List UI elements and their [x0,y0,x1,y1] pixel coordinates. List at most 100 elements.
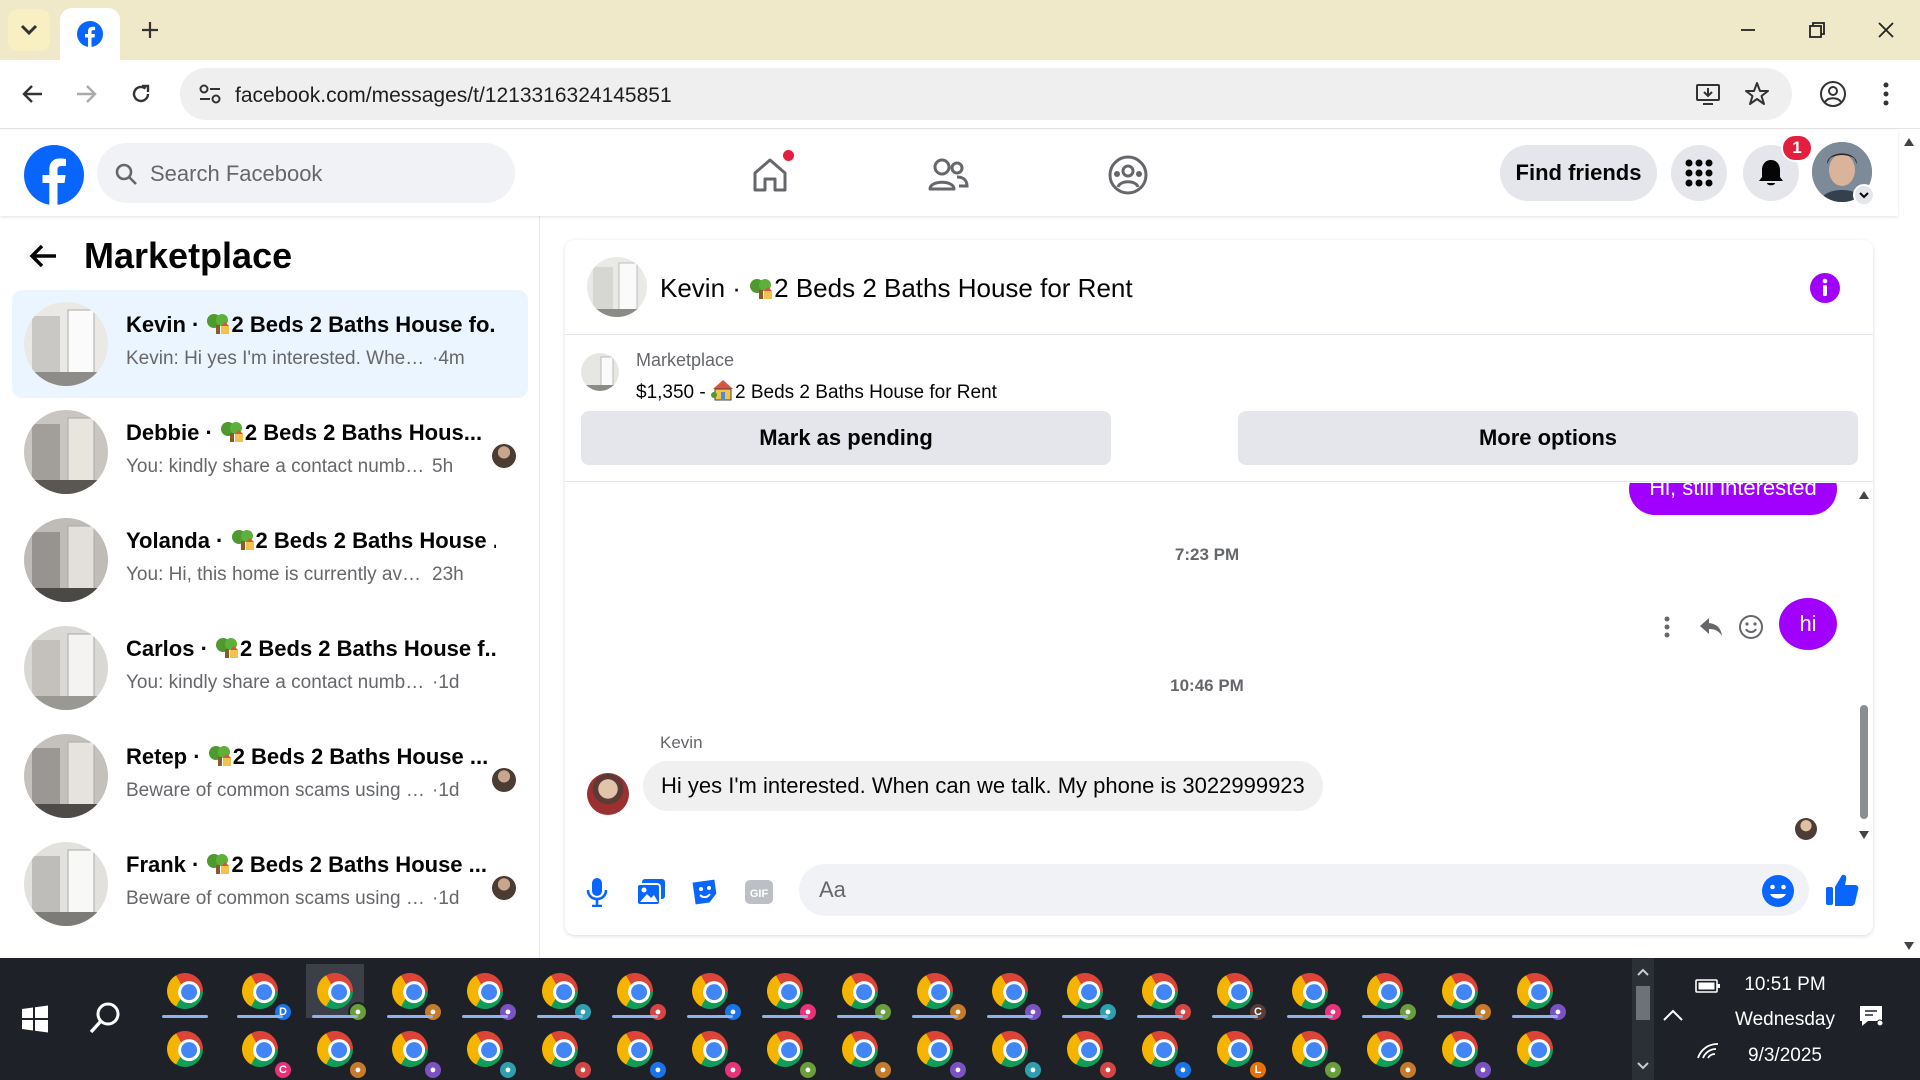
friends-nav[interactable] [923,150,973,200]
taskbar-chrome-window[interactable] [156,1022,214,1076]
new-tab-button[interactable] [134,14,166,46]
sender-avatar[interactable] [587,773,629,815]
reply-button[interactable] [1695,611,1727,643]
show-hidden-icons-icon[interactable] [1662,1008,1684,1022]
thread-scrollbar[interactable] [1855,483,1873,850]
message-input[interactable] [799,864,1809,916]
clock-day[interactable]: Wednesday [1720,1009,1850,1031]
taskbar-chrome-window[interactable]: ● [756,1022,818,1080]
taskbar-chrome-window[interactable]: ● [981,1022,1043,1080]
back-arrow-icon[interactable] [28,240,60,272]
taskbar-chrome-window[interactable]: ● [531,964,593,1022]
taskbar-chrome-window[interactable]: ● [306,964,368,1022]
taskbar-chrome-window[interactable]: ● [456,1022,518,1080]
more-options-button[interactable]: More options [1238,411,1858,465]
clock-date[interactable]: 9/3/2025 [1720,1045,1850,1067]
taskbar-chrome-window[interactable]: C [1206,964,1268,1022]
taskbar-chrome-window[interactable]: ● [606,1022,668,1080]
taskbar-chrome-window[interactable] [1506,1022,1564,1076]
chat-title[interactable]: Kevin · 2 Beds 2 Baths House for Rent [660,273,1133,304]
taskbar-chrome-window[interactable]: ● [981,964,1043,1022]
search-icon[interactable] [88,1000,124,1036]
scrollbar-thumb[interactable] [1860,705,1868,819]
scroll-down-icon[interactable] [1904,942,1914,950]
page-scrollbar[interactable] [1898,130,1920,958]
scroll-up-icon[interactable] [1859,491,1869,499]
taskbar-chrome-window[interactable]: ● [1356,964,1418,1022]
site-settings-icon[interactable] [198,83,222,105]
listing-price-title[interactable]: $1,350 - 2 Beds 2 Baths House for Rent [636,378,997,404]
taskbar-chrome-window[interactable]: ● [906,1022,968,1080]
menu-button[interactable] [1671,145,1727,201]
chrome-menu-button[interactable] [1868,76,1904,112]
taskbar-chrome-window[interactable]: ● [831,964,893,1022]
close-window-button[interactable] [1866,12,1906,48]
forward-button[interactable] [68,76,104,112]
taskbar-chrome-window[interactable] [156,964,214,1018]
minimize-button[interactable] [1728,12,1768,48]
account-menu-chevron[interactable] [1853,184,1875,206]
conversation-item[interactable]: Yolanda · 2 Beds 2 Baths House ...Yoland… [12,506,528,614]
taskbar-chrome-window[interactable]: ● [456,964,518,1022]
taskbar-chrome-window[interactable]: ● [1056,964,1118,1022]
taskbar-chrome-window[interactable]: D [231,964,293,1022]
emoji-icon[interactable] [1761,874,1795,908]
windows-start-icon[interactable] [20,1004,50,1034]
conversation-item[interactable]: Frank · 2 Beds 2 Baths House ...Frank · … [12,830,528,938]
scrollbar-thumb[interactable] [1636,986,1650,1020]
groups-nav[interactable] [1103,150,1153,200]
bookmark-star-icon[interactable] [1744,81,1770,107]
taskbar-chrome-window[interactable]: ● [531,1022,593,1080]
taskbar-chrome-window[interactable]: C [231,1022,293,1080]
scroll-down-icon[interactable] [1859,831,1869,839]
taskbar-scrollbar[interactable] [1632,958,1654,1080]
address-bar[interactable]: facebook.com/messages/t/1213316324145851 [180,68,1792,120]
outgoing-message[interactable]: Hi, still interested [1629,483,1837,515]
message-more-button[interactable] [1651,611,1683,643]
chevron-up-icon[interactable] [1637,968,1649,976]
network-icon[interactable] [1696,1040,1720,1060]
taskbar-chrome-window[interactable]: ● [1506,964,1568,1022]
mark-as-pending-button[interactable]: Mark as pending [581,411,1111,465]
outgoing-message[interactable]: hi [1779,598,1837,650]
reload-button[interactable] [123,76,159,112]
taskbar-chrome-window[interactable]: L [1206,1022,1268,1080]
conversation-item[interactable]: Retep · 2 Beds 2 Baths House ...Retep · … [12,722,528,830]
conversation-item[interactable]: Kevin · 2 Beds 2 Baths House fo... Kevin … [12,290,528,398]
clock-time[interactable]: 10:51 PM [1720,974,1850,996]
conversation-item[interactable]: Carlos · 2 Beds 2 Baths House f...Carlos… [12,614,528,722]
react-button[interactable] [1735,611,1767,643]
thumbs-up-icon[interactable] [1824,872,1860,908]
scroll-up-icon[interactable] [1904,138,1914,146]
taskbar-chrome-window[interactable]: ● [1056,1022,1118,1080]
gif-button[interactable]: GIF [741,874,777,910]
taskbar-chrome-window[interactable]: ● [681,964,743,1022]
voice-clip-button[interactable] [579,874,615,910]
incoming-message[interactable]: Hi yes I'm interested. When can we talk.… [643,761,1323,811]
taskbar-chrome-window[interactable]: ● [1281,964,1343,1022]
facebook-search[interactable]: Search Facebook [97,143,515,203]
restore-button[interactable] [1797,12,1837,48]
profile-button[interactable] [1815,76,1851,112]
taskbar-chrome-window[interactable]: ● [606,964,668,1022]
battery-icon[interactable] [1695,978,1721,994]
taskbar-chrome-window[interactable]: ● [1356,1022,1418,1080]
info-icon[interactable] [1809,272,1841,304]
conversation-item[interactable]: Debbie · 2 Beds 2 Baths Hous...Debbie · … [12,398,528,506]
taskbar-chrome-window[interactable]: ● [1431,964,1493,1022]
chevron-down-icon[interactable] [1637,1062,1649,1070]
back-button[interactable] [15,76,51,112]
tab-search-button[interactable] [8,9,50,51]
listing-thumbnail[interactable] [581,353,619,391]
taskbar-chrome-window[interactable]: ● [831,1022,893,1080]
action-center-icon[interactable] [1858,1004,1884,1028]
url-text[interactable]: facebook.com/messages/t/1213316324145851 [235,84,672,108]
sticker-button[interactable] [687,874,723,910]
browser-tab-facebook[interactable] [60,8,120,60]
taskbar-chrome-window[interactable]: ● [381,1022,443,1080]
attach-photo-button[interactable] [633,874,669,910]
taskbar-chrome-window[interactable]: ● [681,1022,743,1080]
taskbar-chrome-window[interactable]: ● [1131,1022,1193,1080]
taskbar-chrome-window[interactable]: ● [1131,964,1193,1022]
taskbar-chrome-window[interactable]: ● [1281,1022,1343,1080]
